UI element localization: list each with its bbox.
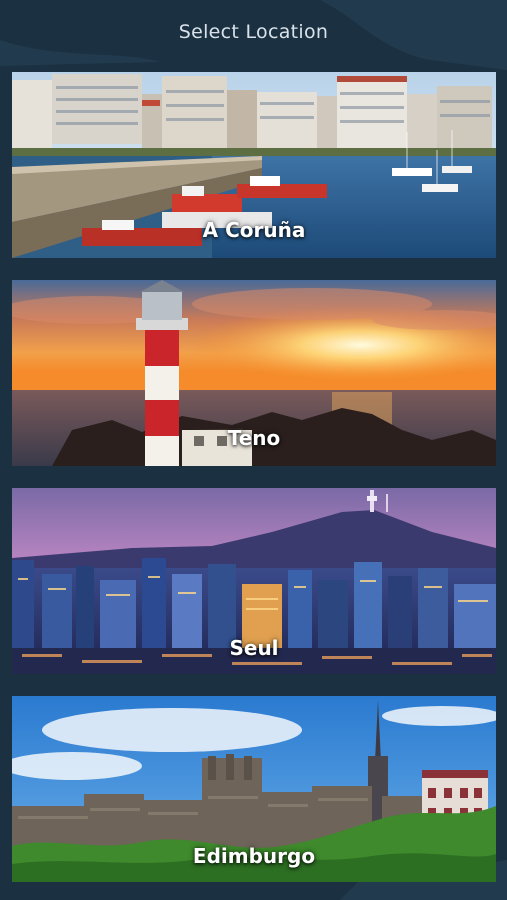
location-label-teno: Teno <box>227 426 281 450</box>
location-label-a-coruna: A Coruña <box>202 218 306 242</box>
location-card-teno[interactable]: Teno <box>12 280 496 466</box>
location-label-edimburgo: Edimburgo <box>192 844 316 868</box>
location-card-seul[interactable]: Seul <box>12 488 496 674</box>
header: Select Location <box>0 0 507 64</box>
location-label-seul: Seul <box>229 636 279 660</box>
page-title: Select Location <box>178 21 329 43</box>
location-card-a-coruna[interactable]: A Coruña <box>12 72 496 258</box>
location-card-edimburgo[interactable]: Edimburgo <box>12 696 496 882</box>
